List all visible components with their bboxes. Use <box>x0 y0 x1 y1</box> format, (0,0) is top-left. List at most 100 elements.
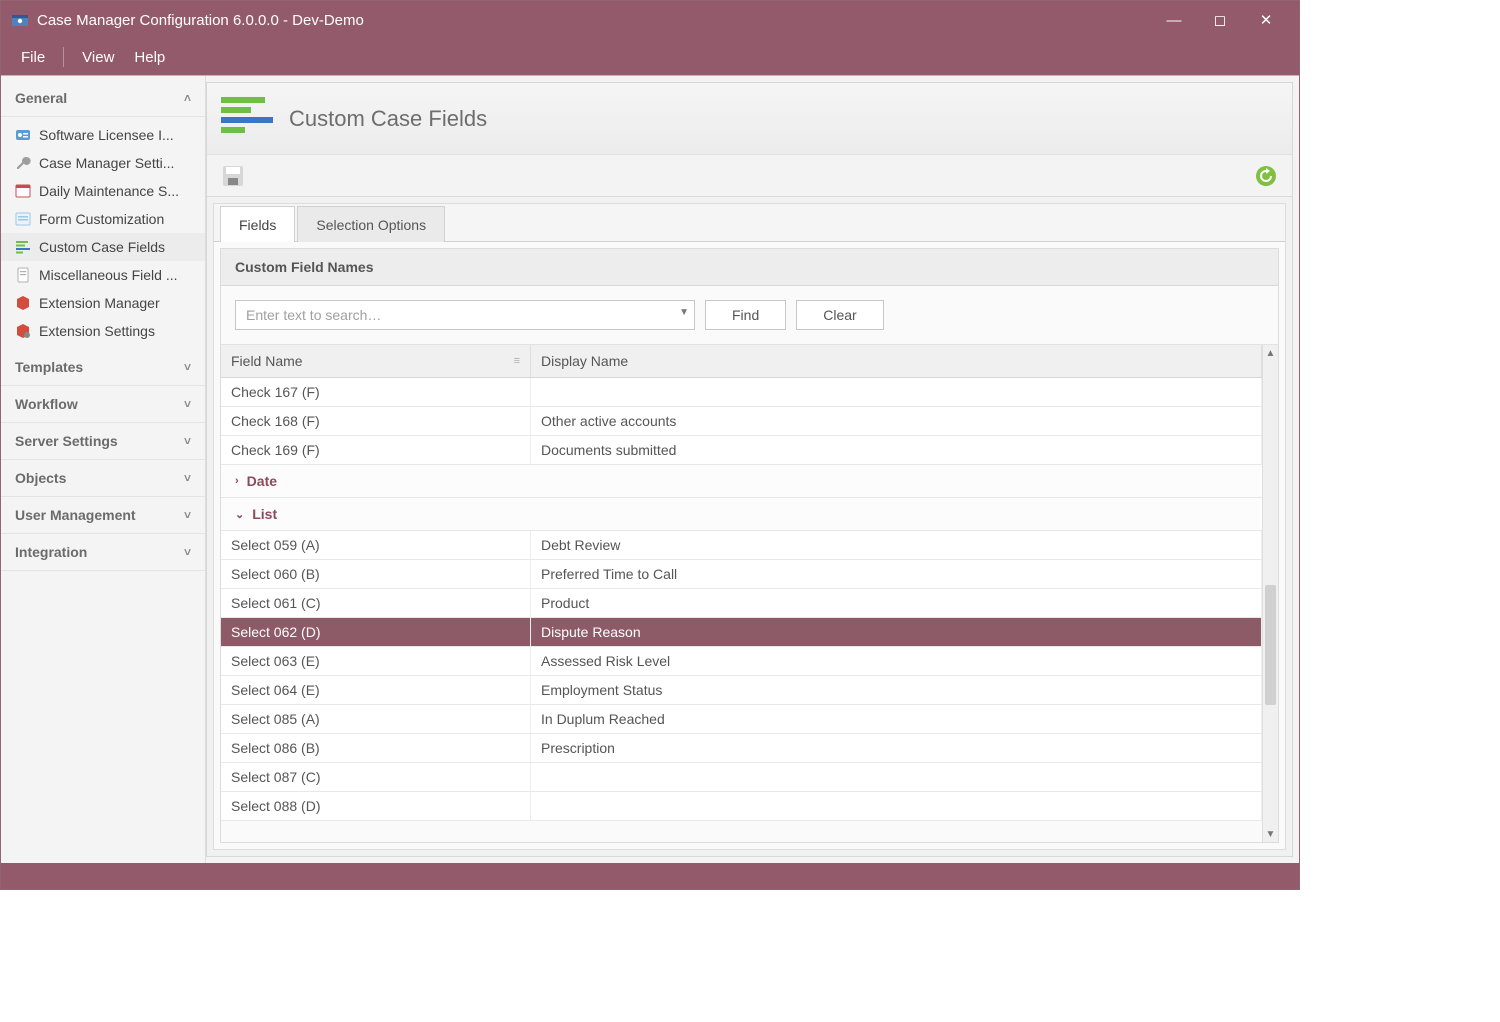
group-label: Date <box>247 473 277 489</box>
sidebar-item-case-manager-settings[interactable]: Case Manager Setti... <box>1 149 205 177</box>
sidebar-section-templates[interactable]: Templates ˅ <box>1 349 205 386</box>
table-row[interactable]: Select 059 (A)Debt Review <box>221 531 1262 560</box>
scroll-up-icon[interactable]: ▲ <box>1263 345 1278 361</box>
sidebar-item-label: Form Customization <box>39 211 164 227</box>
maximize-button[interactable]: ◻ <box>1197 1 1243 39</box>
chevron-right-icon: › <box>235 475 239 487</box>
table-row[interactable]: Select 087 (C) <box>221 763 1262 792</box>
app-window: Case Manager Configuration 6.0.0.0 - Dev… <box>0 0 1300 890</box>
cell-field-name: Select 059 (A) <box>221 531 531 559</box>
chevron-down-icon: ˅ <box>184 360 191 374</box>
sidebar-section-label: Objects <box>15 470 66 486</box>
scroll-down-icon[interactable]: ▼ <box>1263 826 1278 842</box>
panel-title: Custom Field Names <box>221 249 1278 286</box>
sidebar-item-custom-case-fields[interactable]: Custom Case Fields <box>1 233 205 261</box>
group-row-list[interactable]: ⌄List <box>221 498 1262 531</box>
table-row[interactable]: Select 060 (B)Preferred Time to Call <box>221 560 1262 589</box>
table-row[interactable]: Select 086 (B)Prescription <box>221 734 1262 763</box>
table-row[interactable]: Select 063 (E)Assessed Risk Level <box>221 647 1262 676</box>
column-field-name[interactable]: Field Name ≡ <box>221 345 531 377</box>
sidebar-item-software-licensee[interactable]: Software Licensee I... <box>1 121 205 149</box>
sidebar-section-label: Server Settings <box>15 433 118 449</box>
cell-display-name: Prescription <box>531 734 1262 762</box>
sidebar-item-extension-settings[interactable]: Extension Settings <box>1 317 205 345</box>
sidebar-section-label: General <box>15 90 67 106</box>
sidebar-item-label: Software Licensee I... <box>39 127 174 143</box>
sidebar-item-label: Custom Case Fields <box>39 239 165 255</box>
group-row-date[interactable]: › Date <box>221 465 1262 498</box>
main-inner: Custom Case Fields Fields Selection Opti… <box>206 82 1293 857</box>
sidebar-section-server-settings[interactable]: Server Settings ˅ <box>1 423 205 460</box>
menubar: File View Help <box>1 39 1299 75</box>
page-title: Custom Case Fields <box>289 106 487 132</box>
cell-field-name: Select 088 (D) <box>221 792 531 820</box>
vertical-scrollbar[interactable]: ▲ ▼ <box>1262 345 1278 842</box>
minimize-button[interactable]: — <box>1151 1 1197 39</box>
table-row[interactable]: Check 169 (F)Documents submitted <box>221 436 1262 465</box>
license-icon <box>15 127 31 143</box>
sidebar-section-label: Workflow <box>15 396 78 412</box>
wrench-icon <box>15 155 31 171</box>
dropdown-icon[interactable]: ▼ <box>679 307 689 318</box>
table-row[interactable]: Select 088 (D) <box>221 792 1262 821</box>
window-title: Case Manager Configuration 6.0.0.0 - Dev… <box>37 12 1151 29</box>
tab-fields[interactable]: Fields <box>220 206 295 242</box>
chevron-down-icon: ˅ <box>184 397 191 411</box>
menu-view[interactable]: View <box>72 39 124 75</box>
sidebar-section-label: Integration <box>15 544 87 560</box>
sidebar-item-miscellaneous-field[interactable]: Miscellaneous Field ... <box>1 261 205 289</box>
sidebar-section-workflow[interactable]: Workflow ˅ <box>1 386 205 423</box>
menu-file[interactable]: File <box>11 39 55 75</box>
page-header: Custom Case Fields <box>207 83 1292 155</box>
sidebar-section-label: User Management <box>15 507 136 523</box>
cell-display-name <box>531 378 1262 406</box>
table-row[interactable]: Select 085 (A)In Duplum Reached <box>221 705 1262 734</box>
form-icon <box>15 211 31 227</box>
grid: Field Name ≡ Display Name Check 167 (F)C… <box>221 345 1278 842</box>
table-row[interactable]: Check 167 (F) <box>221 378 1262 407</box>
table-row[interactable]: Select 062 (D)Dispute Reason <box>221 618 1262 647</box>
sidebar-item-label: Case Manager Setti... <box>39 155 174 171</box>
cell-field-name: Select 086 (B) <box>221 734 531 762</box>
package-wrench-icon <box>15 323 31 339</box>
grid-body: Field Name ≡ Display Name Check 167 (F)C… <box>221 345 1262 842</box>
panel-custom-field-names: Custom Field Names ▼ Find Clear <box>220 248 1279 843</box>
grid-rows: Check 167 (F)Check 168 (F)Other active a… <box>221 378 1262 821</box>
refresh-button[interactable] <box>1254 164 1278 188</box>
search-row: ▼ Find Clear <box>221 286 1278 345</box>
column-label: Field Name <box>231 353 303 369</box>
sidebar-item-label: Extension Manager <box>39 295 160 311</box>
main: Custom Case Fields Fields Selection Opti… <box>206 76 1299 863</box>
table-row[interactable]: Select 064 (E)Employment Status <box>221 676 1262 705</box>
bars-large-icon <box>221 95 277 143</box>
sidebar-section-general[interactable]: General ˄ <box>1 80 205 117</box>
cell-field-name: Check 167 (F) <box>221 378 531 406</box>
cell-display-name: Employment Status <box>531 676 1262 704</box>
table-row[interactable]: Select 061 (C)Product <box>221 589 1262 618</box>
sidebar-section-user-management[interactable]: User Management ˅ <box>1 497 205 534</box>
package-icon <box>15 295 31 311</box>
close-button[interactable]: ✕ <box>1243 1 1289 39</box>
tab-selection-options[interactable]: Selection Options <box>297 206 445 242</box>
sidebar-item-form-customization[interactable]: Form Customization <box>1 205 205 233</box>
search-input[interactable] <box>235 300 695 330</box>
scroll-thumb[interactable] <box>1265 585 1276 705</box>
app-icon <box>11 11 29 29</box>
window-body: General ˄ Software Licensee I... Case Ma… <box>1 75 1299 863</box>
sidebar-section-objects[interactable]: Objects ˅ <box>1 460 205 497</box>
tab-strip: Fields Selection Options <box>214 204 1285 242</box>
sidebar-section-integration[interactable]: Integration ˅ <box>1 534 205 571</box>
chevron-down-icon: ˅ <box>184 508 191 522</box>
cell-field-name: Select 060 (B) <box>221 560 531 588</box>
column-display-name[interactable]: Display Name <box>531 345 1262 377</box>
save-button[interactable] <box>221 164 245 188</box>
menu-help[interactable]: Help <box>124 39 175 75</box>
sidebar-item-extension-manager[interactable]: Extension Manager <box>1 289 205 317</box>
find-button[interactable]: Find <box>705 300 786 330</box>
cell-display-name: Assessed Risk Level <box>531 647 1262 675</box>
content: Fields Selection Options Custom Field Na… <box>213 203 1286 850</box>
table-row[interactable]: Check 168 (F)Other active accounts <box>221 407 1262 436</box>
sidebar-item-daily-maintenance[interactable]: Daily Maintenance S... <box>1 177 205 205</box>
titlebar: Case Manager Configuration 6.0.0.0 - Dev… <box>1 1 1299 39</box>
clear-button[interactable]: Clear <box>796 300 883 330</box>
